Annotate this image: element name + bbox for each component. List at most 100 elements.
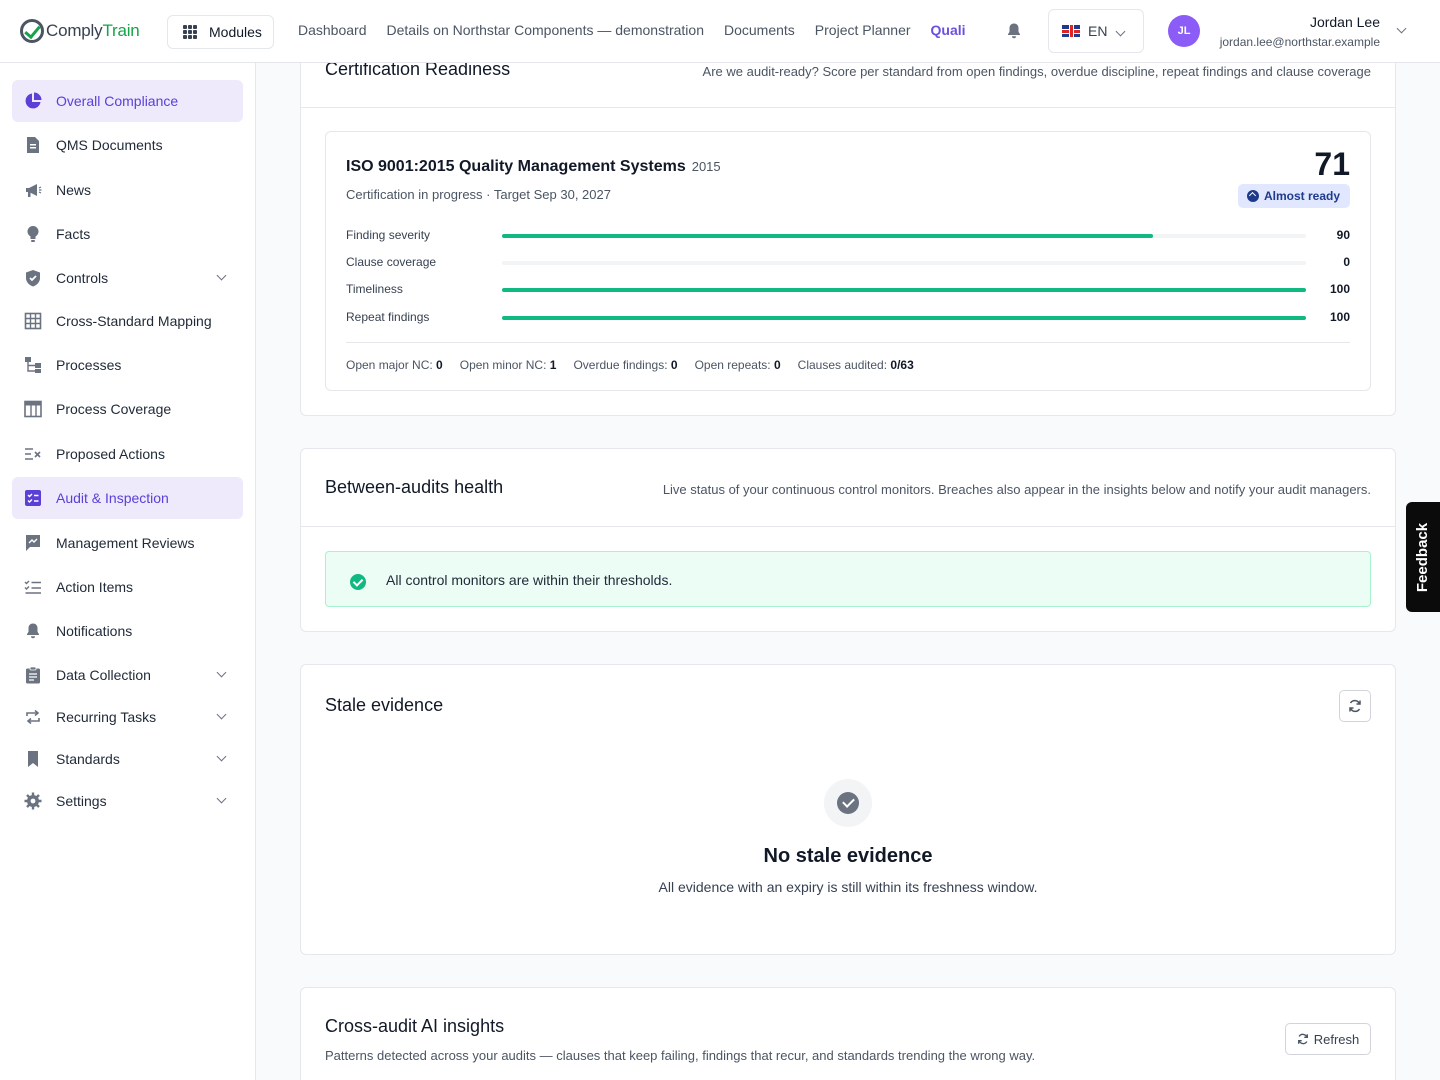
logo-text-part2: Train	[102, 21, 140, 40]
monitors-ok-message: All control monitors are within their th…	[386, 572, 673, 588]
list-check-icon	[24, 578, 42, 596]
metric-value: 100	[1329, 282, 1350, 296]
sidebar-item-label: Data Collection	[56, 667, 151, 683]
card-divider	[301, 526, 1395, 527]
metric-label: Finding severity	[346, 228, 431, 242]
readiness-stats: Open major NC: 0 Open minor NC: 1 Overdu…	[346, 358, 914, 372]
stale-evidence-refresh-button[interactable]	[1339, 690, 1371, 722]
table-grid-icon	[24, 312, 42, 330]
refresh-icon	[1349, 699, 1361, 713]
card-subtitle: Live status of your continuous control m…	[662, 482, 1371, 497]
sidebar-item-label: Cross-Standard Mapping	[56, 313, 212, 329]
sidebar-item-data-collection[interactable]: Data Collection	[12, 654, 243, 696]
progress-track	[502, 288, 1306, 292]
readiness-badge-label: Almost ready	[1263, 189, 1340, 203]
nav-dashboard[interactable]: Dashboard	[298, 22, 367, 38]
checklist-icon	[24, 489, 42, 507]
refresh-icon	[1297, 1033, 1308, 1045]
sidebar-item-label: Management Reviews	[56, 535, 195, 551]
nav-documents[interactable]: Documents	[724, 22, 795, 38]
modules-label: Modules	[209, 24, 262, 40]
empty-state-title: No stale evidence	[763, 845, 933, 867]
progress-fill	[502, 288, 1306, 292]
nav-project-planner[interactable]: Project Planner	[815, 22, 911, 38]
chevron-down-icon	[1116, 26, 1126, 36]
insights-refresh-button[interactable]: Refresh	[1285, 1023, 1371, 1055]
sidebar-item-qms-documents[interactable]: QMS Documents	[12, 124, 243, 166]
empty-state-check-icon	[824, 779, 872, 827]
sidebar-item-cross-standard-mapping[interactable]: Cross-Standard Mapping	[12, 300, 243, 342]
readiness-badge: Almost ready	[1237, 184, 1350, 208]
chevron-down-icon	[216, 709, 227, 720]
sidebar-item-notifications[interactable]: Notifications	[12, 610, 243, 652]
sidebar-item-label: Overall Compliance	[56, 93, 179, 109]
feedback-label: Feedback	[1414, 522, 1432, 592]
logo-check-icon	[20, 19, 44, 43]
sidebar-item-proposed-actions[interactable]: Proposed Actions	[12, 433, 243, 475]
nav-quality[interactable]: Quali	[931, 22, 966, 38]
sidebar-item-management-reviews[interactable]: Management Reviews	[12, 522, 243, 564]
sidebar-item-action-items[interactable]: Action Items	[12, 566, 243, 608]
language-selector[interactable]: EN	[1048, 9, 1144, 53]
user-avatar[interactable]: JL	[1168, 15, 1200, 47]
sidebar-item-label: Notifications	[56, 623, 133, 639]
sidebar-item-label: News	[56, 182, 92, 198]
chevron-down-icon	[216, 667, 227, 678]
user-menu-chevron-icon[interactable]	[1396, 23, 1407, 34]
sidebar-item-label: Facts	[56, 226, 91, 242]
app-logo[interactable]: ComplyTrain	[20, 17, 140, 45]
metric-repeat-findings: Repeat findings 100	[346, 310, 1350, 326]
standard-year: 2015	[691, 159, 721, 174]
document-icon	[24, 136, 42, 154]
progress-track	[502, 316, 1306, 320]
user-name[interactable]: Jordan Lee	[1310, 14, 1380, 30]
sidebar-item-process-coverage[interactable]: Process Coverage	[12, 388, 243, 430]
panel-divider	[346, 342, 1350, 343]
table-icon	[24, 400, 42, 418]
sidebar-item-recurring-tasks[interactable]: Recurring Tasks	[12, 696, 243, 738]
progress-fill	[502, 234, 1154, 238]
top-nav: Dashboard Details on Northstar Component…	[298, 22, 966, 38]
arrow-up-circle-icon	[1246, 190, 1259, 202]
feedback-tab[interactable]: Feedback	[1406, 502, 1440, 612]
bookmark-icon	[24, 750, 42, 768]
ai-insights-card: Cross-audit AI insights Patterns detecte…	[300, 987, 1396, 1080]
progress-track	[502, 261, 1306, 265]
sidebar-item-controls[interactable]: Controls	[12, 257, 243, 299]
stat-open-minor-nc: Open minor NC: 1	[459, 358, 557, 372]
megaphone-icon	[24, 181, 42, 199]
modules-button[interactable]: Modules	[167, 15, 274, 49]
card-title: Between-audits health	[325, 477, 504, 497]
sidebar-item-news[interactable]: News	[12, 169, 243, 211]
sidebar-item-label: Controls	[56, 270, 109, 286]
refresh-label: Refresh	[1313, 1031, 1360, 1047]
sidebar-item-audit-inspection[interactable]: Audit & Inspection	[12, 477, 243, 519]
sidebar-item-label: Processes	[56, 357, 122, 373]
standard-readiness-panel: ISO 9001:2015 Quality Management Systems…	[325, 131, 1371, 391]
chevron-down-icon	[216, 270, 227, 281]
sidebar-item-overall-compliance[interactable]: Overall Compliance	[12, 80, 243, 122]
chevron-down-icon	[216, 793, 227, 804]
empty-state-message: All evidence with an expiry is still wit…	[658, 879, 1038, 895]
sidebar-item-label: Action Items	[56, 579, 134, 595]
sidebar-item-standards[interactable]: Standards	[12, 738, 243, 780]
stat-overdue-findings: Overdue findings: 0	[573, 358, 678, 372]
sidebar-item-processes[interactable]: Processes	[12, 344, 243, 386]
card-subtitle: Are we audit-ready? Score per standard f…	[702, 64, 1371, 79]
clipboard-icon	[24, 666, 42, 684]
grid-icon	[183, 25, 197, 39]
sidebar-item-label: Settings	[56, 793, 107, 809]
nav-company-details[interactable]: Details on Northstar Components — demons…	[387, 22, 704, 38]
top-bar: ComplyTrain Modules Dashboard Details on…	[0, 0, 1440, 63]
bell-icon[interactable]	[1006, 22, 1022, 40]
sidebar-item-settings[interactable]: Settings	[12, 780, 243, 822]
metric-label: Clause coverage	[346, 255, 437, 269]
sidebar-item-facts[interactable]: Facts	[12, 213, 243, 255]
metric-finding-severity: Finding severity 90	[346, 228, 1350, 244]
flow-icon	[24, 356, 42, 374]
progress-fill	[502, 316, 1306, 320]
sidebar-item-label: Audit & Inspection	[56, 490, 169, 506]
metric-value: 0	[1343, 255, 1350, 269]
uk-flag-icon	[1062, 25, 1080, 37]
sidebar-item-label: Process Coverage	[56, 401, 172, 417]
